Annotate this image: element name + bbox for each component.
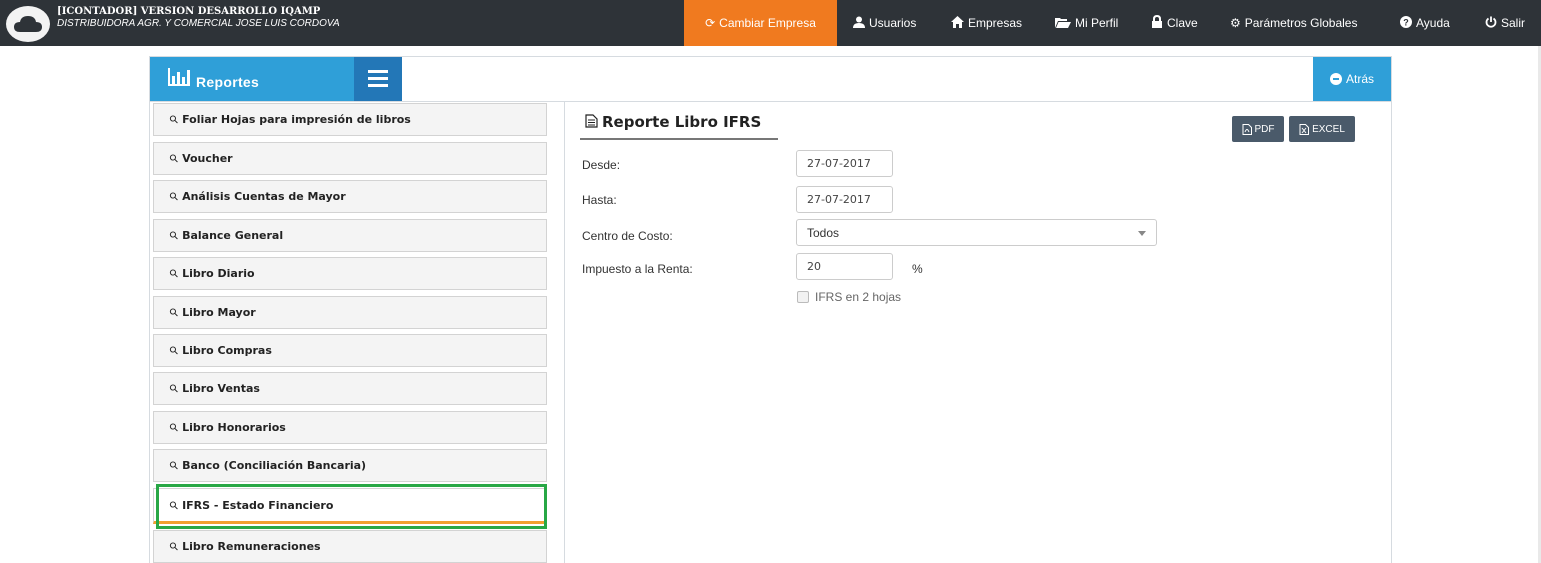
hamburger-icon	[368, 70, 388, 73]
nav-label: Ayuda	[1416, 16, 1450, 30]
back-button[interactable]: Atrás	[1313, 57, 1391, 101]
report-item-label: Libro Remuneraciones	[182, 540, 321, 553]
company-name-text: DISTRIBUIDORA AGR. Y COMERCIAL JOSE LUIS…	[57, 18, 340, 29]
nav-label: Salir	[1501, 16, 1526, 30]
pdf-button[interactable]: PDF	[1232, 116, 1284, 142]
report-item-label: Libro Honorarios	[182, 421, 286, 434]
report-item[interactable]: ⚲ Libro Compras	[153, 334, 547, 367]
folder-open-icon	[1055, 16, 1071, 31]
question-icon: ?	[1400, 15, 1412, 31]
report-item[interactable]: ⚲ Foliar Hojas para impresión de libros	[153, 103, 547, 136]
reports-title-bar: Reportes	[150, 57, 354, 101]
back-label: Atrás	[1345, 72, 1374, 86]
report-item-label: Análisis Cuentas de Mayor	[182, 190, 346, 203]
nav-salir[interactable]: Salir	[1485, 0, 1525, 46]
hamburger-menu-button[interactable]	[354, 57, 402, 101]
desde-date-input[interactable]: 27-07-2017	[796, 150, 893, 177]
hasta-date-input[interactable]: 27-07-2017	[796, 186, 893, 213]
report-item-label: Balance General	[182, 229, 284, 242]
report-item-label: IFRS - Estado Financiero	[182, 498, 334, 512]
report-item[interactable]: ⚲ Voucher	[153, 142, 547, 175]
centro-costo-value: Todos	[807, 225, 840, 240]
search-icon: ⚲	[166, 305, 182, 320]
nav-ayuda[interactable]: ? Ayuda	[1400, 0, 1450, 46]
form-title-text: Reporte Libro IFRS	[602, 113, 762, 131]
refresh-icon: ⟳	[705, 16, 716, 30]
role-version-text: [ICONTADOR] VERSION DESARROLLO IQAMP	[57, 6, 321, 17]
search-icon: ⚲	[166, 151, 182, 166]
centro-costo-select[interactable]: Todos	[796, 219, 1157, 246]
report-item[interactable]: ⚲ Libro Honorarios	[153, 411, 547, 444]
search-icon: ⚲	[166, 343, 182, 358]
nav-label: Cambiar Empresa	[719, 16, 816, 30]
nav-parametros-globales[interactable]: ⚙ Parámetros Globales	[1230, 0, 1357, 46]
minus-circle-icon	[1329, 73, 1342, 85]
hasta-label: Hasta:	[582, 193, 617, 207]
search-icon: ⚲	[166, 420, 182, 435]
nav-cambiar-empresa[interactable]: ⟳ Cambiar Empresa	[684, 0, 837, 46]
report-item[interactable]: ⚲ Balance General	[153, 219, 547, 252]
brand-block: [ICONTADOR] VERSION DESARROLLO IQAMP DIS…	[57, 6, 340, 30]
search-icon: ⚲	[166, 112, 182, 127]
report-item[interactable]: ⚲ Libro Mayor	[153, 296, 547, 329]
report-item[interactable]: ⚲ Libro Remuneraciones	[153, 530, 547, 563]
top-navbar: [ICONTADOR] VERSION DESARROLLO IQAMP DIS…	[0, 0, 1541, 46]
search-icon: ⚲	[166, 458, 182, 473]
title-underline	[580, 138, 778, 140]
excel-label: EXCEL	[1312, 123, 1345, 135]
user-icon	[853, 16, 865, 31]
search-icon: ⚲	[166, 189, 182, 204]
impuesto-renta-input[interactable]: 20	[796, 253, 893, 280]
excel-button[interactable]: EXCEL	[1289, 116, 1355, 142]
centro-costo-label: Centro de Costo:	[582, 229, 673, 243]
bar-chart-icon	[168, 68, 190, 86]
search-icon: ⚲	[166, 228, 182, 243]
report-item-label: Libro Ventas	[182, 382, 260, 395]
report-form-panel	[565, 102, 1392, 563]
nav-label: Parámetros Globales	[1244, 16, 1358, 30]
nav-label: Usuarios	[869, 16, 917, 30]
nav-label: Empresas	[968, 16, 1023, 30]
search-icon: ⚲	[166, 497, 182, 513]
svg-text:?: ?	[1403, 17, 1409, 27]
report-item-label: Banco (Conciliación Bancaria)	[182, 459, 367, 472]
form-title: Reporte Libro IFRS	[585, 113, 761, 131]
document-icon	[585, 114, 598, 128]
report-item-label: Libro Mayor	[182, 306, 256, 319]
nav-usuarios[interactable]: Usuarios	[853, 0, 916, 46]
report-item[interactable]: ⚲ Libro Diario	[153, 257, 547, 290]
nav-empresas[interactable]: Empresas	[951, 0, 1022, 46]
nav-clave[interactable]: Clave	[1151, 0, 1198, 46]
gear-icon: ⚙	[1230, 16, 1241, 30]
caret-down-icon	[1138, 231, 1146, 236]
ifrs-2-hojas-checkbox[interactable]	[797, 291, 809, 303]
ifrs-2-hojas-label[interactable]: IFRS en 2 hojas	[815, 290, 901, 304]
power-icon	[1485, 16, 1497, 31]
report-item-label: Libro Compras	[182, 344, 272, 357]
reports-title: Reportes	[196, 74, 260, 90]
report-item[interactable]: ⚲ Banco (Conciliación Bancaria)	[153, 449, 547, 482]
impuesto-renta-label: Impuesto a la Renta:	[582, 262, 693, 276]
pdf-label: PDF	[1254, 123, 1275, 135]
report-item-label: Voucher	[182, 152, 233, 165]
search-icon: ⚲	[166, 266, 182, 281]
report-item[interactable]: ⚲ Análisis Cuentas de Mayor	[153, 180, 547, 213]
file-pdf-icon	[1242, 123, 1252, 135]
home-icon	[951, 15, 964, 31]
nav-label: Clave	[1167, 16, 1198, 30]
nav-mi-perfil[interactable]: Mi Perfil	[1055, 0, 1118, 46]
report-item-label: Libro Diario	[182, 267, 255, 280]
desde-label: Desde:	[582, 158, 621, 172]
report-item[interactable]: ⚲ IFRS - Estado Financiero	[153, 488, 547, 524]
lock-icon	[1151, 14, 1163, 31]
percent-unit: %	[912, 262, 923, 276]
search-icon: ⚲	[166, 381, 182, 396]
report-item[interactable]: ⚲ Libro Ventas	[153, 372, 547, 405]
cloud-logo-icon[interactable]	[6, 6, 50, 42]
file-excel-icon	[1299, 123, 1310, 135]
nav-label: Mi Perfil	[1075, 16, 1119, 30]
report-item-label: Foliar Hojas para impresión de libros	[182, 113, 411, 126]
search-icon: ⚲	[166, 539, 182, 554]
